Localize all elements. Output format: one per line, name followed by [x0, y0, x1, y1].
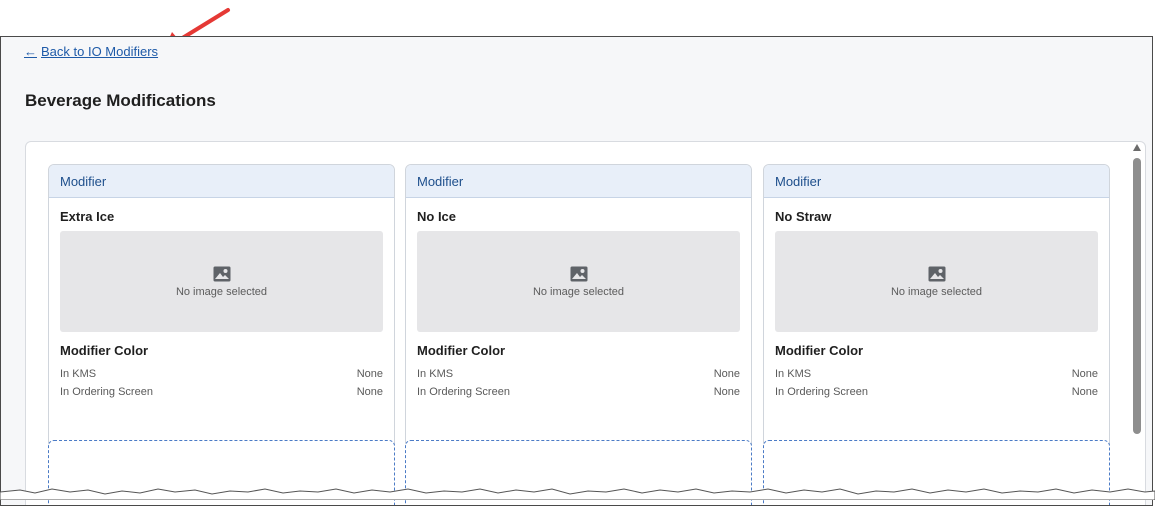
card-header: Modifier — [49, 165, 394, 198]
image-icon — [213, 266, 230, 281]
card-header: Modifier — [764, 165, 1109, 198]
kms-value: None — [1071, 368, 1098, 380]
back-to-io-modifiers-link[interactable]: ← Back to IO Modifiers — [24, 44, 158, 59]
torn-edge-decoration — [0, 488, 1155, 500]
modifier-name: No Straw — [775, 209, 832, 224]
back-link-label: Back to IO Modifiers — [41, 44, 159, 59]
modifier-color-title: Modifier Color — [417, 343, 506, 358]
image-placeholder[interactable]: No image selected — [417, 231, 740, 332]
kms-value: None — [713, 368, 740, 380]
ordering-value: None — [1071, 386, 1098, 398]
ordering-color-row: In Ordering Screen None — [60, 386, 383, 398]
modifier-name: Extra Ice — [60, 209, 115, 224]
arrow-left-icon: ← — [24, 44, 37, 59]
kms-color-row: In KMS None — [775, 368, 1098, 380]
no-image-text: No image selected — [532, 285, 625, 298]
ordering-label: In Ordering Screen — [60, 386, 153, 398]
modifier-card[interactable]: Modifier No Straw No image selected Modi… — [763, 164, 1110, 452]
page-title: Beverage Modifications — [25, 91, 216, 110]
scrollbar-thumb[interactable] — [1133, 158, 1141, 434]
kms-label: In KMS — [775, 368, 812, 380]
ordering-color-row: In Ordering Screen None — [775, 386, 1098, 398]
no-image-text: No image selected — [175, 285, 268, 298]
modifier-panel: Modifier Extra Ice No image selected Mod… — [25, 141, 1146, 505]
modifier-card[interactable]: Modifier Extra Ice No image selected Mod… — [48, 164, 395, 452]
kms-color-row: In KMS None — [417, 368, 740, 380]
chevron-up-icon[interactable] — [1133, 144, 1141, 151]
kms-label: In KMS — [417, 368, 454, 380]
modifier-name: No Ice — [417, 209, 457, 224]
kms-color-row: In KMS None — [60, 368, 383, 380]
app-window: ← Back to IO Modifiers Beverage Modifica… — [0, 36, 1153, 506]
modifier-color-title: Modifier Color — [60, 343, 149, 358]
kms-label: In KMS — [60, 368, 97, 380]
image-placeholder[interactable]: No image selected — [60, 231, 383, 332]
image-icon — [928, 266, 945, 281]
ordering-color-row: In Ordering Screen None — [417, 386, 740, 398]
card-header: Modifier — [406, 165, 751, 198]
ordering-label: In Ordering Screen — [417, 386, 510, 398]
no-image-text: No image selected — [890, 285, 983, 298]
image-placeholder[interactable]: No image selected — [775, 231, 1098, 332]
modifier-card[interactable]: Modifier No Ice No image selected Modifi… — [405, 164, 752, 452]
kms-value: None — [356, 368, 383, 380]
ordering-value: None — [713, 386, 740, 398]
ordering-value: None — [356, 386, 383, 398]
image-icon — [570, 266, 587, 281]
modifier-color-title: Modifier Color — [775, 343, 864, 358]
vertical-scrollbar[interactable] — [1131, 142, 1143, 472]
ordering-label: In Ordering Screen — [775, 386, 868, 398]
